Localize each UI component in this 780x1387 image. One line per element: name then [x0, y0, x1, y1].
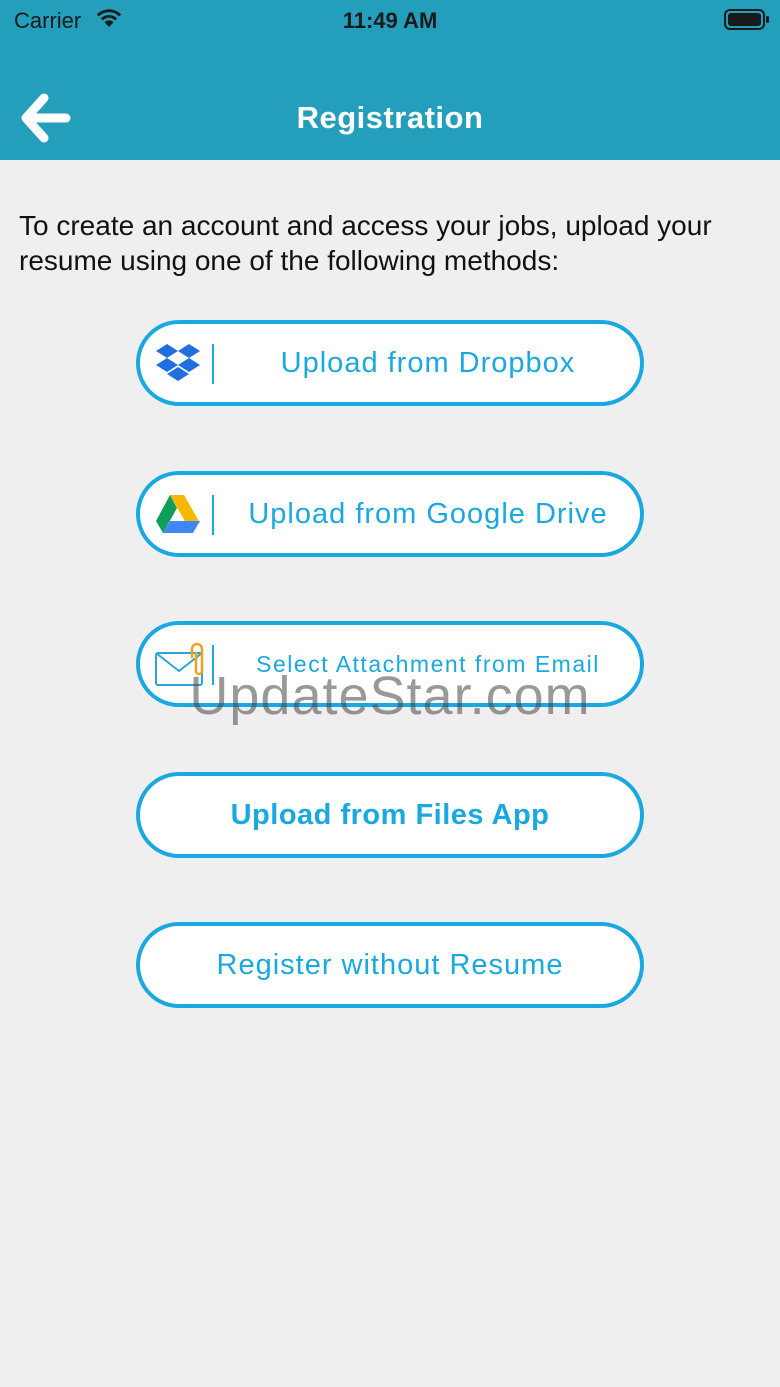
upload-google-drive-label: Upload from Google Drive [248, 498, 608, 530]
upload-files-app-button[interactable]: Upload from Files App [136, 772, 644, 858]
register-without-resume-button[interactable]: Register without Resume [136, 922, 644, 1008]
google-drive-icon [154, 493, 202, 537]
status-time: 11:49 AM [342, 8, 438, 33]
button-divider [212, 495, 214, 535]
page-title: Registration [296, 100, 484, 135]
select-email-attachment-button[interactable]: Select Attachment from Email [136, 621, 644, 707]
header-bar: Carrier 11:49 AM Registration [0, 0, 780, 160]
register-without-resume-label: Register without Resume [216, 949, 564, 981]
battery-icon [724, 9, 770, 36]
upload-google-drive-button[interactable]: Upload from Google Drive [136, 471, 644, 557]
button-divider [212, 344, 214, 384]
dropbox-icon [154, 342, 202, 386]
email-attachment-icon [154, 642, 204, 687]
button-divider [212, 645, 214, 685]
upload-files-app-label: Upload from Files App [230, 799, 550, 831]
status-bar: Carrier 11:49 AM [0, 0, 780, 40]
upload-dropbox-button[interactable]: Upload from Dropbox [136, 320, 644, 406]
upload-dropbox-label: Upload from Dropbox [280, 347, 576, 379]
instructions-text: To create an account and access your job… [19, 210, 712, 276]
select-email-attachment-label: Select Attachment from Email [256, 651, 600, 677]
